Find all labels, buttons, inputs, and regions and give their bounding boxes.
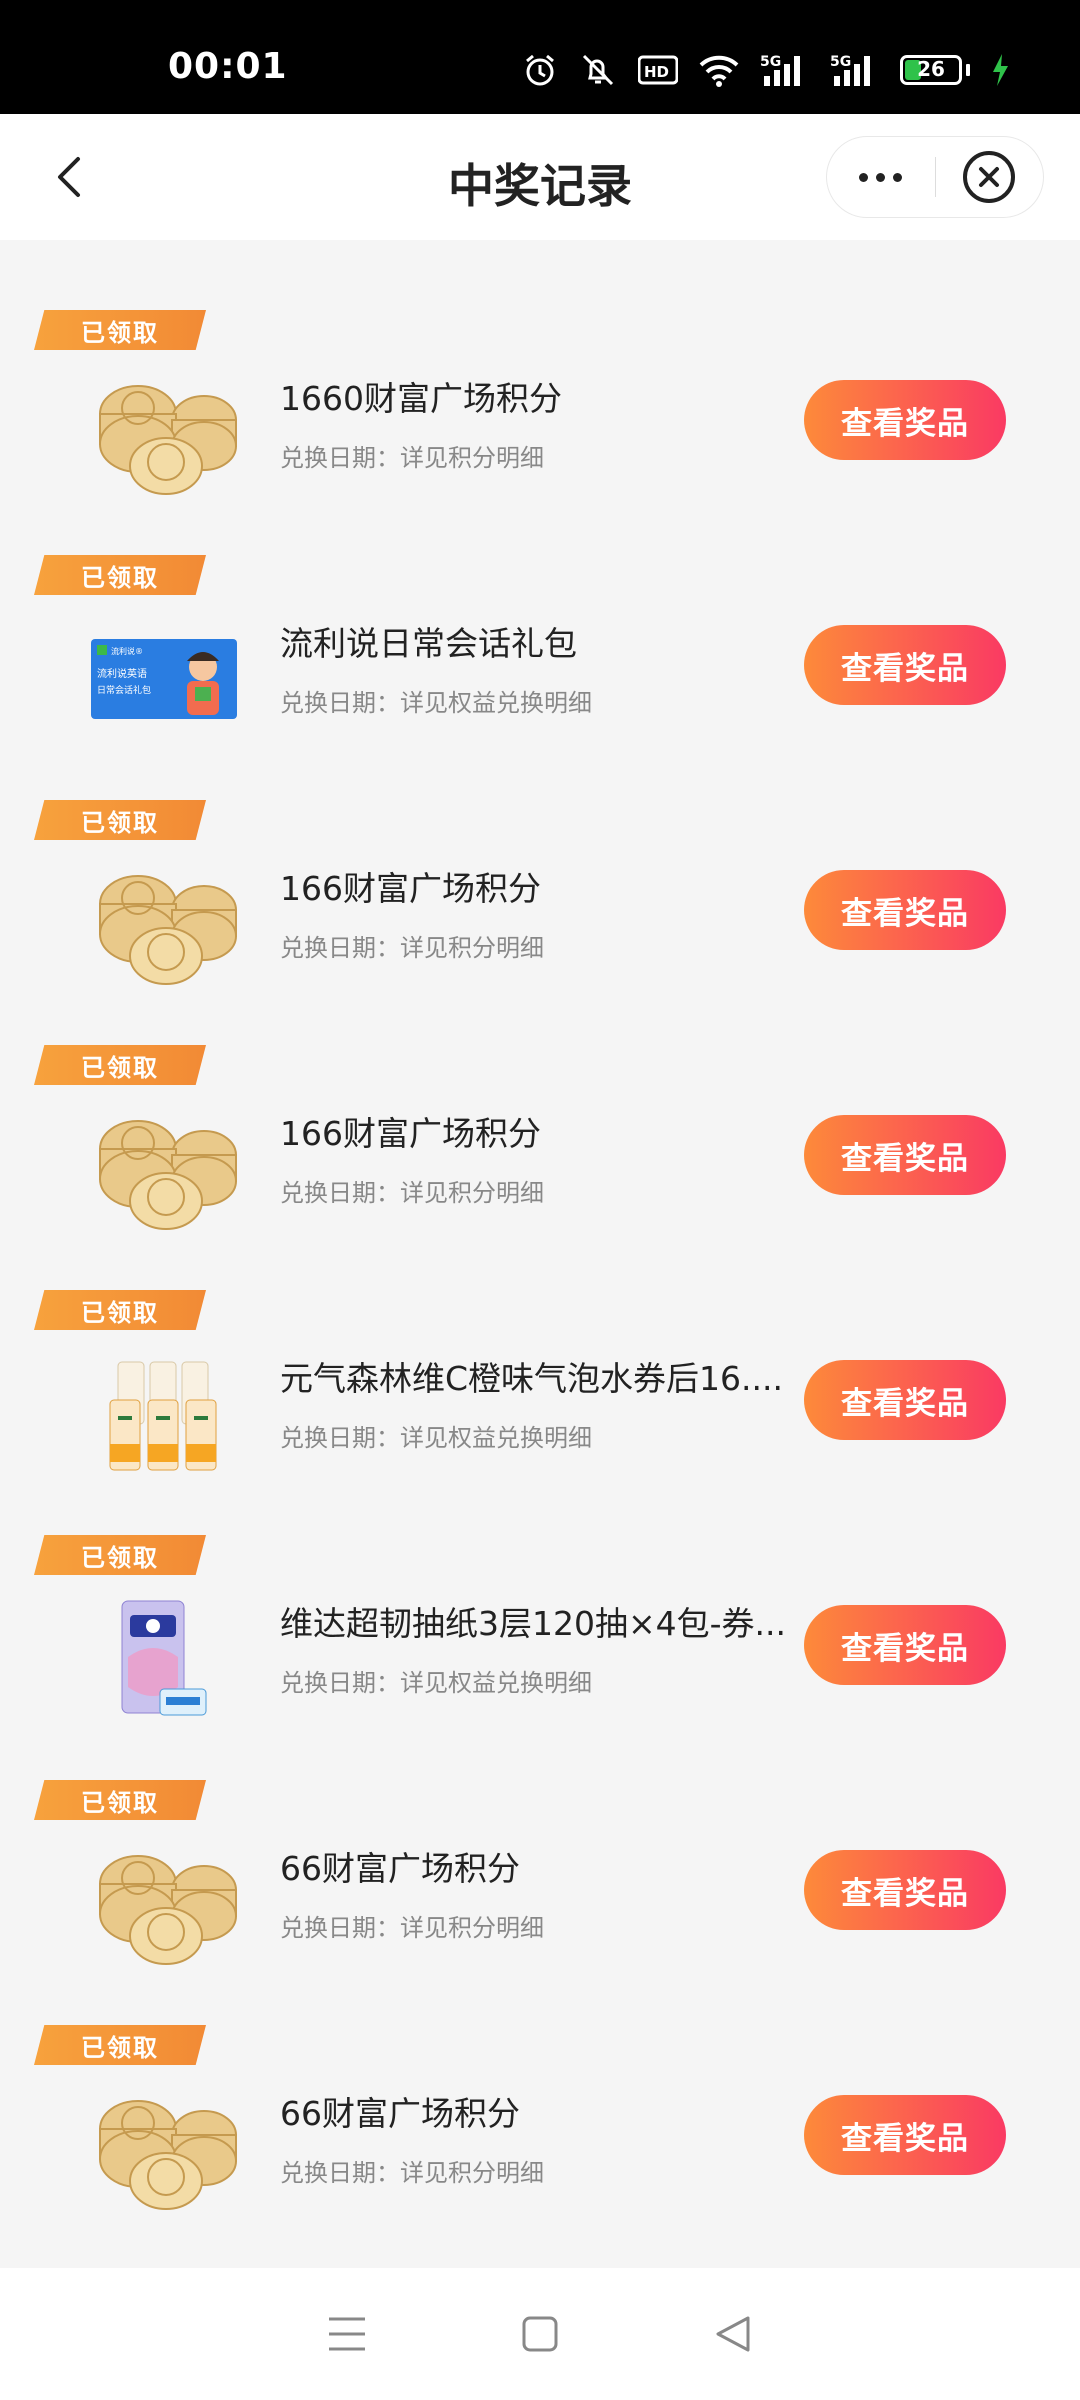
claimed-badge: 已领取: [34, 1290, 206, 1330]
close-button[interactable]: [936, 136, 1044, 218]
menu-icon: [328, 2317, 365, 2351]
back-triangle-icon: [716, 2316, 750, 2352]
more-dots-icon: [859, 172, 869, 182]
view-prize-button[interactable]: 查看奖品: [804, 1360, 1006, 1440]
redeem-date: 兑换日期：详见权益兑换明细: [280, 1669, 592, 1697]
view-prize-button[interactable]: 查看奖品: [804, 1115, 1006, 1195]
prize-title: 流利说日常会话礼包: [280, 624, 577, 663]
recent-apps-button[interactable]: [307, 2294, 387, 2374]
coin-stack-image: [86, 858, 242, 990]
battery-icon: 26: [900, 55, 970, 85]
list-item: 已领取 66财富广场积分 兑换日期：详见积分明细 查看奖品: [0, 1780, 1080, 2025]
home-square-icon: [522, 2316, 558, 2352]
redeem-date: 兑换日期：详见权益兑换明细: [280, 1424, 592, 1452]
prize-title: 166财富广场积分: [280, 1114, 541, 1153]
system-back-button[interactable]: [693, 2294, 773, 2374]
drink-cans-image: [86, 1348, 242, 1480]
list-item: 已领取 166财富广场积分 兑换日期：详见积分明细 查看奖品: [0, 800, 1080, 1045]
view-prize-button[interactable]: 查看奖品: [804, 625, 1006, 705]
claimed-badge: 已领取: [34, 1780, 206, 1820]
claimed-badge: 已领取: [34, 800, 206, 840]
list-item: 已领取 维达超韧抽纸3层120抽×4包-券... 兑换日期：详见权益兑换明细 查…: [0, 1535, 1080, 1780]
view-prize-button[interactable]: 查看奖品: [804, 2095, 1006, 2175]
list-item: 已领取 1660财富广场积分 兑换日期：详见积分明细 查看奖品: [0, 310, 1080, 555]
redeem-date: 兑换日期：详见积分明细: [280, 1914, 544, 1942]
prize-title: 1660财富广场积分: [280, 379, 562, 418]
5g-signal-icon: 5G: [830, 54, 870, 86]
card-line2: 日常会话礼包: [97, 684, 151, 696]
prize-title: 166财富广场积分: [280, 869, 541, 908]
svg-text:5G: 5G: [760, 54, 781, 70]
view-prize-button[interactable]: 查看奖品: [804, 1605, 1006, 1685]
list-item: 已领取 流利说® 流利说英语 日常会话礼包 流利说日常会话礼包 兑换日期：详见权…: [0, 555, 1080, 800]
list-item: 已领取 元气森林维C橙味气泡水券后16.... 兑换日期：详见权益兑换明细 查看…: [0, 1290, 1080, 1535]
liulishuo-card-image: 流利说® 流利说英语 日常会话礼包: [86, 613, 242, 745]
prize-title: 66财富广场积分: [280, 2094, 520, 2133]
view-prize-button[interactable]: 查看奖品: [804, 870, 1006, 950]
coin-stack-image: [86, 368, 242, 500]
card-line1: 流利说英语: [97, 667, 147, 680]
redeem-date: 兑换日期：详见积分明细: [280, 1179, 544, 1207]
redeem-date: 兑换日期：详见积分明细: [280, 934, 544, 962]
claimed-badge: 已领取: [34, 1045, 206, 1085]
tissue-pack-image: [86, 1593, 242, 1725]
prize-title: 元气森林维C橙味气泡水券后16....: [280, 1359, 783, 1398]
redeem-date: 兑换日期：详见权益兑换明细: [280, 689, 592, 717]
system-nav-bar: [0, 2268, 1080, 2400]
battery-level: 26: [917, 57, 945, 81]
claimed-badge: 已领取: [34, 1535, 206, 1575]
view-prize-button[interactable]: 查看奖品: [804, 1850, 1006, 1930]
list-item: 已领取 66财富广场积分 兑换日期：详见积分明细 查看奖品: [0, 2025, 1080, 2270]
header: 中奖记录: [0, 114, 1080, 240]
more-button[interactable]: [827, 136, 935, 218]
prize-title: 维达超韧抽纸3层120抽×4包-券...: [280, 1604, 787, 1643]
charging-icon: [993, 54, 1008, 86]
coin-stack-image: [86, 2083, 242, 2215]
svg-text:5G: 5G: [830, 54, 851, 70]
mini-program-capsule: [826, 136, 1044, 218]
prize-record-list: 已领取 1660财富广场积分 兑换日期：详见积分明细 查看奖品 已领取 流利说®…: [0, 240, 1080, 2270]
claimed-badge: 已领取: [34, 2025, 206, 2065]
home-button[interactable]: [500, 2294, 580, 2374]
status-bar: 00:01 HD 5G 5G 26: [0, 0, 1080, 114]
card-brand: 流利说®: [111, 646, 143, 656]
more-dots-icon: [893, 172, 903, 182]
svg-text:HD: HD: [644, 63, 669, 81]
claimed-badge: 已领取: [34, 555, 206, 595]
more-dots-icon: [876, 172, 886, 182]
status-icons: HD 5G 5G 26: [522, 50, 1010, 90]
coin-stack-image: [86, 1838, 242, 1970]
prize-title: 66财富广场积分: [280, 1849, 520, 1888]
view-prize-button[interactable]: 查看奖品: [804, 380, 1006, 460]
redeem-date: 兑换日期：详见积分明细: [280, 2159, 544, 2187]
close-circle-icon: [963, 151, 1016, 203]
list-item: 已领取 166财富广场积分 兑换日期：详见积分明细 查看奖品: [0, 1045, 1080, 1290]
coin-stack-image: [86, 1103, 242, 1235]
wifi-icon: [699, 55, 739, 87]
mute-icon: [582, 54, 614, 86]
5g-signal-icon: 5G: [760, 54, 800, 86]
redeem-date: 兑换日期：详见积分明细: [280, 444, 544, 472]
hd-icon: HD: [638, 55, 678, 85]
alarm-icon: [526, 54, 554, 86]
status-time: 00:01: [168, 46, 288, 87]
claimed-badge: 已领取: [34, 310, 206, 350]
